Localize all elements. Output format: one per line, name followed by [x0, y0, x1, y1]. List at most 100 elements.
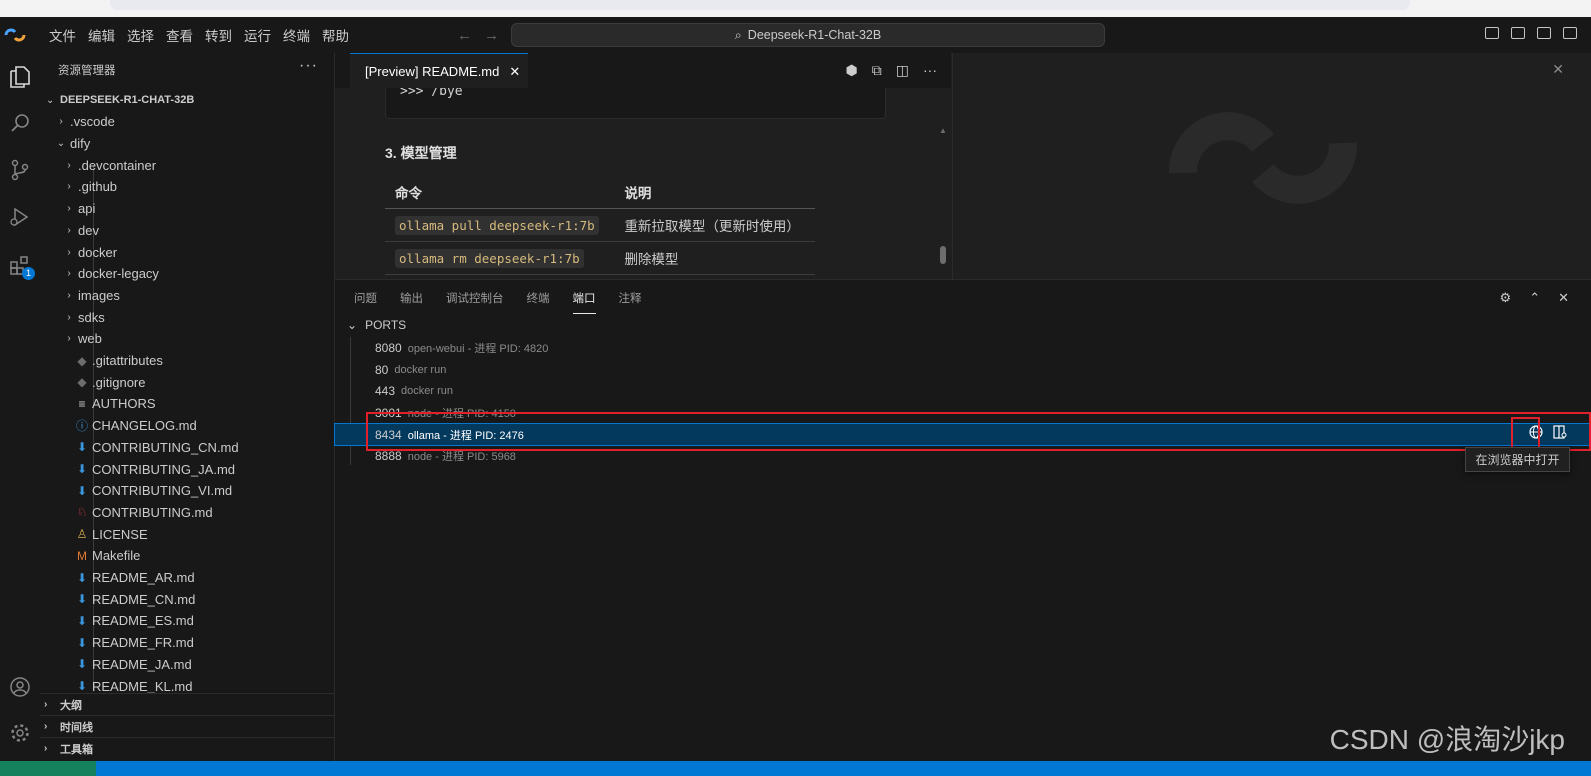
- tree-item[interactable]: › sdks: [40, 306, 334, 328]
- more-actions-icon[interactable]: ···: [923, 62, 937, 79]
- open-preview-icon[interactable]: ⧉: [872, 62, 882, 79]
- tree-item-label: CONTRIBUTING_VI.md: [92, 483, 233, 499]
- tree-item[interactable]: ⬇ README_JA.md: [40, 654, 334, 676]
- workspace-root[interactable]: ⌄ DEEPSEEK-R1-CHAT-32B: [40, 89, 334, 111]
- menu-item[interactable]: 编辑: [82, 25, 121, 45]
- remote-indicator[interactable]: [0, 761, 96, 776]
- tree-item[interactable]: ⓘ CHANGELOG.md: [40, 415, 334, 437]
- chevron-right-icon: ›: [44, 699, 48, 710]
- menu-item[interactable]: 转到: [199, 25, 238, 45]
- table-cell: 重新拉取模型（更新时使用）: [614, 208, 815, 242]
- port-row[interactable]: 443 docker run: [335, 380, 1591, 402]
- source-control-icon[interactable]: [4, 154, 36, 186]
- port-row[interactable]: 80 docker run: [335, 359, 1591, 381]
- file-type-icon: ≡: [78, 396, 86, 411]
- settings-gear-icon[interactable]: [4, 717, 36, 749]
- tree-item-label: web: [78, 331, 102, 347]
- vertical-scrollbar[interactable]: ▲ ▼: [939, 126, 947, 279]
- maximize-panel-icon[interactable]: ⌃: [1529, 290, 1540, 306]
- tree-item[interactable]: › dev: [40, 220, 334, 242]
- open-source-icon[interactable]: ⬢: [846, 62, 858, 79]
- tree-item[interactable]: › .vscode: [40, 111, 334, 133]
- tree-item[interactable]: › api: [40, 198, 334, 220]
- tree-item[interactable]: ⬇ CONTRIBUTING_JA.md: [40, 458, 334, 480]
- app-logo-icon: [4, 28, 26, 42]
- panel-tab[interactable]: 终端: [527, 290, 550, 306]
- file-type-icon: ⬇: [76, 570, 88, 585]
- file-type-icon: ⬇: [76, 635, 88, 650]
- highlight-box-icon: [1511, 417, 1540, 449]
- tree-item[interactable]: ♙ LICENSE: [40, 523, 334, 545]
- menu-item[interactable]: 查看: [160, 25, 199, 45]
- toggle-secondary-sidebar-icon[interactable]: [1537, 27, 1551, 39]
- tree-item[interactable]: ⌄ dify: [40, 133, 334, 155]
- tree-item[interactable]: ⬇ README_FR.md: [40, 632, 334, 654]
- tree-item[interactable]: › images: [40, 285, 334, 307]
- more-actions-icon[interactable]: ···: [299, 57, 318, 75]
- tree-item[interactable]: › web: [40, 328, 334, 350]
- scroll-up-icon[interactable]: ▲: [939, 126, 947, 135]
- markdown-preview: >>> /bye 3. 模型管理 命令 说明 ollama pull deeps…: [335, 88, 951, 279]
- tree-item-label: .gitignore: [92, 374, 146, 390]
- tree-item-label: CONTRIBUTING.md: [92, 504, 213, 520]
- table-row: ollama rm deepseek-r1:7b 删除模型: [385, 241, 815, 275]
- tree-item[interactable]: ♘ CONTRIBUTING.md: [40, 502, 334, 524]
- settings-gear-icon[interactable]: ⚙: [1500, 290, 1512, 306]
- menu-item[interactable]: 文件: [43, 25, 82, 45]
- arrow-right-icon[interactable]: →: [484, 27, 499, 44]
- tree-item[interactable]: ◆ .gitignore: [40, 371, 334, 393]
- scrollbar-thumb[interactable]: [940, 246, 946, 264]
- menu-item[interactable]: 运行: [238, 25, 277, 45]
- tree-item[interactable]: › docker-legacy: [40, 263, 334, 285]
- panel-tab[interactable]: 注释: [619, 290, 642, 306]
- command-center-search[interactable]: ⌕ Deepseek-R1-Chat-32B: [511, 23, 1105, 47]
- close-panel-icon[interactable]: ✕: [1558, 290, 1569, 306]
- tree-item[interactable]: ⬇ README_CN.md: [40, 588, 334, 610]
- extensions-icon[interactable]: 1: [4, 249, 36, 281]
- sidebar-section[interactable]: › 工具箱: [40, 737, 334, 759]
- tree-item[interactable]: ⬇ CONTRIBUTING_VI.md: [40, 480, 334, 502]
- chevron-right-icon: ›: [67, 203, 71, 215]
- tree-item[interactable]: ≡ AUTHORS: [40, 393, 334, 415]
- tree-item[interactable]: ⬇ README_AR.md: [40, 567, 334, 589]
- close-icon[interactable]: ✕: [509, 64, 520, 80]
- sidebar-section[interactable]: › 大纲: [40, 693, 334, 715]
- tree-item[interactable]: M Makefile: [40, 545, 334, 567]
- menu-item[interactable]: 选择: [121, 25, 160, 45]
- file-type-icon: ⬇: [76, 440, 88, 455]
- tree-item[interactable]: › .github: [40, 176, 334, 198]
- tree-item-label: README_JA.md: [92, 656, 192, 672]
- commands-table: 命令 说明 ollama pull deepseek-r1:7b 重新拉取模型（…: [385, 176, 815, 275]
- port-row[interactable]: 8080 open-webui - 进程 PID: 4820: [335, 337, 1591, 359]
- inline-code: ollama pull deepseek-r1:7b: [395, 215, 599, 235]
- panel-tab[interactable]: 端口: [572, 290, 596, 314]
- search-icon: ⌕: [734, 27, 742, 42]
- tree-item-label: api: [78, 201, 96, 217]
- sidebar-section[interactable]: › 时间线: [40, 715, 334, 737]
- explorer-icon[interactable]: [4, 61, 36, 93]
- tab-readme-preview[interactable]: [Preview] README.md ✕: [350, 53, 529, 89]
- ports-section-header[interactable]: ⌄ PORTS: [347, 318, 406, 332]
- tree-item-label: dev: [78, 222, 99, 238]
- tree-item[interactable]: ⬇ CONTRIBUTING_CN.md: [40, 437, 334, 459]
- menu-item[interactable]: 终端: [277, 25, 316, 45]
- menu-item[interactable]: 帮助: [316, 25, 355, 45]
- account-icon[interactable]: [4, 671, 36, 703]
- tree-item[interactable]: ◆ .gitattributes: [40, 350, 334, 372]
- panel-tab[interactable]: 调试控制台: [446, 290, 504, 306]
- toggle-primary-sidebar-icon[interactable]: [1485, 27, 1499, 39]
- panel-tab[interactable]: 问题: [354, 290, 377, 306]
- panel-tab[interactable]: 输出: [400, 290, 423, 306]
- tree-item[interactable]: ⬇ README_ES.md: [40, 610, 334, 632]
- close-icon[interactable]: ✕: [1552, 61, 1564, 78]
- search-icon[interactable]: [4, 107, 36, 139]
- split-editor-icon[interactable]: ◫: [896, 62, 909, 79]
- tree-item[interactable]: › docker: [40, 241, 334, 263]
- tree-item[interactable]: › .devcontainer: [40, 154, 334, 176]
- arrow-left-icon[interactable]: ←: [457, 27, 472, 44]
- run-debug-icon[interactable]: [4, 201, 36, 233]
- toggle-panel-icon[interactable]: [1511, 27, 1525, 39]
- customize-layout-icon[interactable]: [1563, 27, 1577, 39]
- editor-watermark-logo-icon: [1168, 112, 1358, 204]
- chevron-right-icon: ›: [67, 289, 71, 301]
